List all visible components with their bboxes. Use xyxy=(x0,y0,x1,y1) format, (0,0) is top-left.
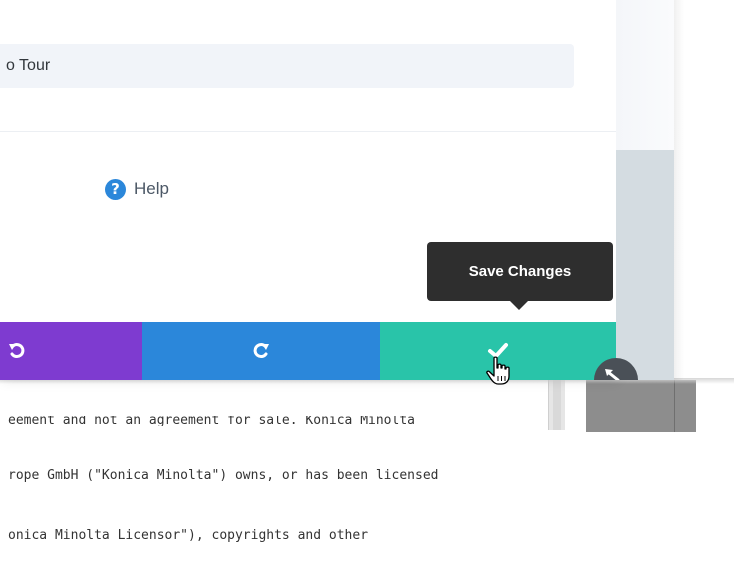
settings-modal: o Tour ? Help xyxy=(0,0,616,380)
help-circle-icon: ? xyxy=(105,178,126,200)
check-icon xyxy=(488,343,508,358)
help-link[interactable]: ? Help xyxy=(105,178,169,200)
license-line: onica Minolta Licensor"), copyrights and… xyxy=(8,528,369,543)
document-scrollbar-thumb[interactable] xyxy=(553,380,561,430)
license-line: rope GmbH ("Konica Minolta") owns, or ha… xyxy=(8,468,439,483)
tooltip-arrow xyxy=(510,301,528,310)
help-label: Help xyxy=(134,179,169,198)
undo-icon xyxy=(9,343,25,359)
modal-edge-shadow xyxy=(674,0,684,380)
tour-name-value: o Tour xyxy=(6,57,51,74)
redo-button[interactable] xyxy=(142,322,380,380)
modal-scroll-thumb[interactable] xyxy=(616,150,674,380)
tooltip-text: Save Changes xyxy=(468,263,572,280)
action-bar xyxy=(0,322,616,380)
license-line: eement and not an agreement for sale. Ko… xyxy=(8,416,415,426)
undo-button[interactable] xyxy=(0,322,142,380)
tour-name-field[interactable]: o Tour xyxy=(0,44,574,88)
save-changes-button[interactable] xyxy=(380,322,616,380)
redo-icon xyxy=(253,343,269,359)
license-text: eement and not an agreement for sale. Ko… xyxy=(8,380,568,586)
section-divider xyxy=(0,131,616,132)
save-changes-tooltip: Save Changes xyxy=(427,242,613,301)
background-panel xyxy=(586,380,696,432)
